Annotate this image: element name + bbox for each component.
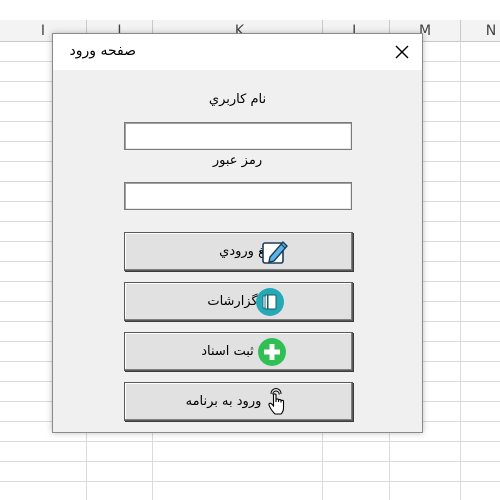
username-label: نام کاربري [208,92,267,107]
close-icon [395,45,409,59]
enter-program-label: ورود به برنامه [185,394,262,409]
reports-button[interactable]: گزارشات [124,282,353,321]
add-plus-icon [258,338,286,366]
password-field[interactable] [124,182,352,210]
password-label: رمز عبور [212,153,263,168]
login-dialog: صفحه ورود نام کاربري رمز عبور مبالغ ورود… [52,33,423,433]
dialog-title: صفحه ورود [69,43,136,59]
record-documents-button[interactable]: ثبت اسناد [124,332,353,371]
report-book-icon [256,288,284,316]
username-field[interactable] [124,122,352,150]
reports-label: گزارشات [207,294,258,309]
enter-program-button[interactable]: ورود به برنامه [124,382,353,421]
hand-pointer-icon [268,387,285,415]
dialog-titlebar[interactable]: صفحه ورود [53,34,422,70]
record-documents-label: ثبت اسناد [201,344,254,359]
close-button[interactable] [382,34,422,70]
incoming-amounts-button[interactable]: مبالغ ورودي [124,232,353,271]
column-header-n[interactable]: N [461,20,500,41]
edit-pencil-icon [262,240,288,264]
